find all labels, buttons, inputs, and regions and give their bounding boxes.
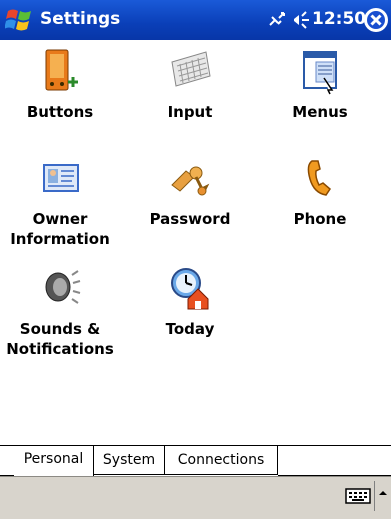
settings-item-label: Sounds & Notifications	[6, 320, 114, 358]
tab-personal[interactable]: Personal	[14, 445, 94, 476]
title-bar: Settings 12:50	[0, 0, 391, 40]
volume-icon[interactable]	[290, 9, 312, 31]
owner-card-icon	[43, 164, 79, 192]
settings-item-menus[interactable]: Menus	[260, 48, 380, 122]
tab-strip: Personal System Connections	[0, 445, 391, 477]
speaker-icon	[45, 270, 81, 304]
settings-item-phone[interactable]: Phone	[260, 155, 380, 229]
menu-bar	[0, 476, 391, 519]
connectivity-icon[interactable]	[266, 10, 288, 30]
keyboard-icon	[171, 51, 211, 87]
settings-item-password[interactable]: Password	[130, 155, 250, 229]
settings-item-input[interactable]: Input	[130, 48, 250, 122]
settings-item-sounds-notifications[interactable]: Sounds & Notifications	[0, 265, 120, 359]
windows-start-icon[interactable]	[5, 5, 35, 35]
settings-item-owner-information[interactable]: Owner Information	[0, 155, 120, 249]
buttons-icon	[45, 49, 78, 91]
app-title: Settings	[40, 9, 121, 29]
tab-system[interactable]: System	[94, 446, 165, 475]
settings-item-label: Buttons	[26, 103, 94, 121]
settings-item-label: Input	[167, 103, 213, 121]
settings-item-label: Menus	[292, 103, 348, 121]
phone-handset-icon	[307, 160, 331, 196]
settings-item-label: Owner Information	[10, 210, 110, 248]
settings-item-label: Password	[149, 210, 231, 228]
clock[interactable]: 12:50	[312, 9, 366, 29]
settings-item-today[interactable]: Today	[130, 265, 250, 339]
close-icon[interactable]	[363, 7, 389, 33]
today-icon	[171, 268, 209, 310]
sip-arrow-up-icon[interactable]	[374, 481, 391, 511]
settings-item-label: Phone	[293, 210, 347, 228]
tab-connections[interactable]: Connections	[165, 446, 278, 475]
keys-icon	[171, 166, 210, 196]
settings-grid: Buttons Input Menus Owner Information Pa…	[0, 40, 391, 445]
keyboard-sip-icon[interactable]	[345, 486, 371, 506]
settings-item-buttons[interactable]: Buttons	[0, 48, 120, 122]
settings-item-label: Today	[165, 320, 215, 338]
menus-icon	[303, 51, 337, 95]
